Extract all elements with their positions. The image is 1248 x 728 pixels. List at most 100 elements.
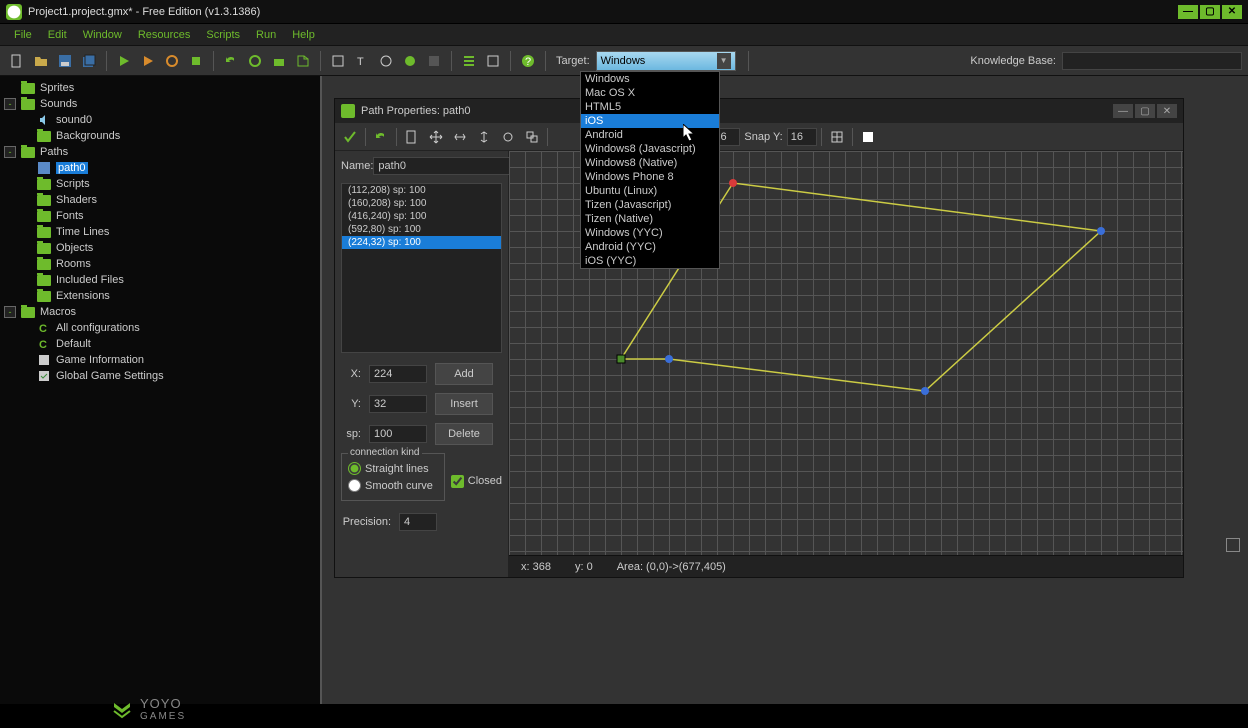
target-select[interactable]: Windows ▼ — [596, 51, 736, 71]
tree-node-macros[interactable]: -Macros — [0, 304, 320, 320]
room-icon[interactable] — [423, 50, 445, 72]
new-file-icon[interactable] — [6, 50, 28, 72]
tree-node-scripts[interactable]: Scripts — [0, 176, 320, 192]
tree-node-sprites[interactable]: Sprites — [0, 80, 320, 96]
kb-input[interactable] — [1062, 52, 1242, 70]
dropdown-option[interactable]: HTML5 — [581, 100, 719, 114]
menu-run[interactable]: Run — [250, 27, 282, 43]
expander-icon[interactable]: - — [4, 98, 16, 110]
dropdown-option[interactable]: Mac OS X — [581, 86, 719, 100]
expander-icon[interactable]: - — [4, 146, 16, 158]
tree-node-default[interactable]: CDefault — [0, 336, 320, 352]
sp-input[interactable] — [369, 425, 427, 443]
settings-icon[interactable] — [482, 50, 504, 72]
tree-node-rooms[interactable]: Rooms — [0, 256, 320, 272]
save-icon[interactable] — [54, 50, 76, 72]
flip-v-icon[interactable] — [473, 126, 495, 148]
move-icon[interactable] — [425, 126, 447, 148]
add-button[interactable]: Add — [435, 363, 493, 385]
sprite-icon[interactable] — [327, 50, 349, 72]
path-start-node[interactable] — [617, 355, 625, 363]
tree-node-sounds[interactable]: -Sounds — [0, 96, 320, 112]
snapy-input[interactable] — [787, 128, 817, 146]
panel-resize-marker[interactable] — [1226, 538, 1240, 552]
point-row[interactable]: (224,32) sp: 100 — [342, 236, 501, 249]
dropdown-option[interactable]: Tizen (Javascript) — [581, 198, 719, 212]
tree-node-fonts[interactable]: Fonts — [0, 208, 320, 224]
undo-path-icon[interactable] — [370, 126, 392, 148]
tree-node-included-files[interactable]: Included Files — [0, 272, 320, 288]
dropdown-option[interactable]: Windows8 (Native) — [581, 156, 719, 170]
script-icon[interactable] — [375, 50, 397, 72]
tree-node-backgrounds[interactable]: Backgrounds — [0, 128, 320, 144]
tree-node-shaders[interactable]: Shaders — [0, 192, 320, 208]
undo-icon[interactable] — [220, 50, 242, 72]
resource-tree[interactable]: Sprites-Soundssound0Backgrounds-Pathspat… — [0, 76, 322, 704]
dropdown-option[interactable]: Tizen (Native) — [581, 212, 719, 226]
tree-node-extensions[interactable]: Extensions — [0, 288, 320, 304]
target-dropdown[interactable]: WindowsMac OS XHTML5iOSAndroidWindows8 (… — [580, 71, 720, 269]
point-row[interactable]: (416,240) sp: 100 — [342, 210, 501, 223]
dropdown-option[interactable]: iOS (YYC) — [581, 254, 719, 268]
minimize-button[interactable]: — — [1178, 5, 1198, 19]
menu-file[interactable]: File — [8, 27, 38, 43]
dropdown-option[interactable]: Windows Phone 8 — [581, 170, 719, 184]
point-row[interactable]: (592,80) sp: 100 — [342, 223, 501, 236]
grid-icon[interactable] — [826, 126, 848, 148]
run-web-icon[interactable] — [161, 50, 183, 72]
help-icon[interactable]: ? — [517, 50, 539, 72]
dropdown-option[interactable]: Android — [581, 128, 719, 142]
closed-checkbox[interactable] — [451, 475, 464, 488]
menu-help[interactable]: Help — [286, 27, 321, 43]
tree-node-game-information[interactable]: Game Information — [0, 352, 320, 368]
tree-node-sound0[interactable]: sound0 — [0, 112, 320, 128]
menu-edit[interactable]: Edit — [42, 27, 73, 43]
list-icon[interactable] — [458, 50, 480, 72]
point-row[interactable]: (112,208) sp: 100 — [342, 184, 501, 197]
path-window-close[interactable]: ✕ — [1157, 104, 1177, 118]
straight-radio[interactable] — [348, 462, 361, 475]
smooth-radio[interactable] — [348, 479, 361, 492]
tree-node-paths[interactable]: -Paths — [0, 144, 320, 160]
open-file-icon[interactable] — [30, 50, 52, 72]
path-window-minimize[interactable]: — — [1113, 104, 1133, 118]
scale-icon[interactable] — [521, 126, 543, 148]
debug-icon[interactable] — [137, 50, 159, 72]
text-icon[interactable]: T — [351, 50, 373, 72]
clear-icon[interactable] — [401, 126, 423, 148]
dropdown-option[interactable]: iOS — [581, 114, 719, 128]
refresh-icon[interactable] — [244, 50, 266, 72]
export-icon[interactable] — [292, 50, 314, 72]
build-icon[interactable] — [268, 50, 290, 72]
rotate-icon[interactable] — [497, 126, 519, 148]
dropdown-option[interactable]: Windows — [581, 72, 719, 86]
y-input[interactable] — [369, 395, 427, 413]
dropdown-option[interactable]: Android (YYC) — [581, 240, 719, 254]
tree-node-all-configurations[interactable]: CAll configurations — [0, 320, 320, 336]
tree-node-objects[interactable]: Objects — [0, 240, 320, 256]
expander-icon[interactable]: - — [4, 306, 16, 318]
run-icon[interactable] — [113, 50, 135, 72]
dropdown-option[interactable]: Windows (YYC) — [581, 226, 719, 240]
tree-node-global-game-settings[interactable]: Global Game Settings — [0, 368, 320, 384]
path-node[interactable] — [1097, 227, 1105, 235]
delete-button[interactable]: Delete — [435, 423, 493, 445]
dropdown-option[interactable]: Ubuntu (Linux) — [581, 184, 719, 198]
x-input[interactable] — [369, 365, 427, 383]
tree-node-time-lines[interactable]: Time Lines — [0, 224, 320, 240]
close-button[interactable]: ✕ — [1222, 5, 1242, 19]
path-node[interactable] — [665, 355, 673, 363]
menu-resources[interactable]: Resources — [132, 27, 197, 43]
flip-h-icon[interactable] — [449, 126, 471, 148]
dropdown-option[interactable]: Windows8 (Javascript) — [581, 142, 719, 156]
confirm-icon[interactable] — [339, 126, 361, 148]
insert-button[interactable]: Insert — [435, 393, 493, 415]
path-node[interactable] — [921, 387, 929, 395]
menu-window[interactable]: Window — [77, 27, 128, 43]
background-icon[interactable] — [857, 126, 879, 148]
name-input[interactable] — [373, 157, 525, 175]
path-node-selected[interactable] — [729, 179, 737, 187]
tree-node-path0[interactable]: path0 — [0, 160, 320, 176]
object-icon[interactable] — [399, 50, 421, 72]
stop-icon[interactable] — [185, 50, 207, 72]
